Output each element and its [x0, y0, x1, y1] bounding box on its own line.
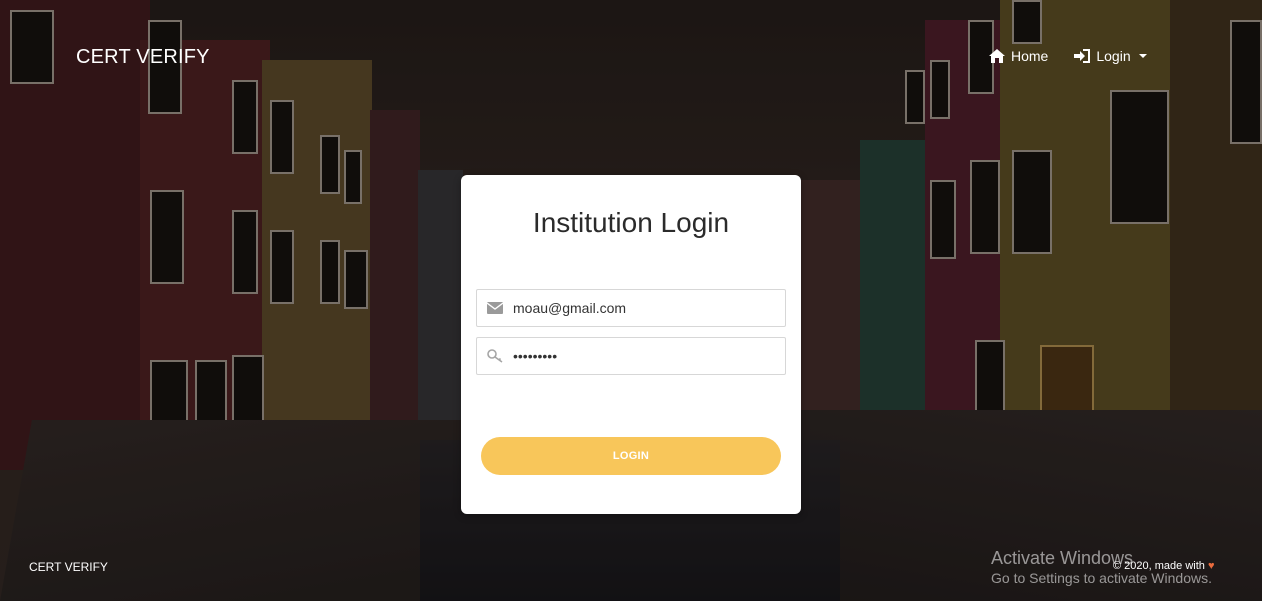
watermark-line2: Go to Settings to activate Windows.: [991, 570, 1212, 586]
card-title: Institution Login: [532, 207, 730, 238]
navbar-brand[interactable]: CERT VERIFY: [76, 46, 210, 69]
sign-in-icon: [1074, 49, 1091, 63]
nav-login-label: Login: [1096, 48, 1131, 64]
password-field[interactable]: [476, 337, 786, 375]
nav-home[interactable]: Home: [989, 48, 1048, 64]
nav-home-label: Home: [1011, 48, 1049, 64]
copyright-text: © 2020, made with: [1113, 560, 1205, 572]
footer-copyright: © 2020, made with ♥: [1113, 560, 1214, 572]
login-card: Institution Login LOGIN: [461, 175, 801, 514]
navbar-menu: Home Login: [989, 48, 1147, 64]
key-icon: [477, 349, 513, 363]
footer-brand[interactable]: CERT VERIFY: [29, 560, 108, 574]
login-button[interactable]: LOGIN: [481, 437, 781, 475]
password-input[interactable]: [513, 348, 763, 364]
chevron-down-icon: [1138, 54, 1147, 58]
email-field[interactable]: [476, 289, 786, 327]
email-input[interactable]: [513, 300, 763, 316]
nav-login-dropdown[interactable]: Login: [1074, 48, 1147, 64]
envelope-icon: [477, 302, 513, 314]
home-icon: [989, 49, 1005, 63]
heart-icon: ♥: [1207, 560, 1215, 572]
